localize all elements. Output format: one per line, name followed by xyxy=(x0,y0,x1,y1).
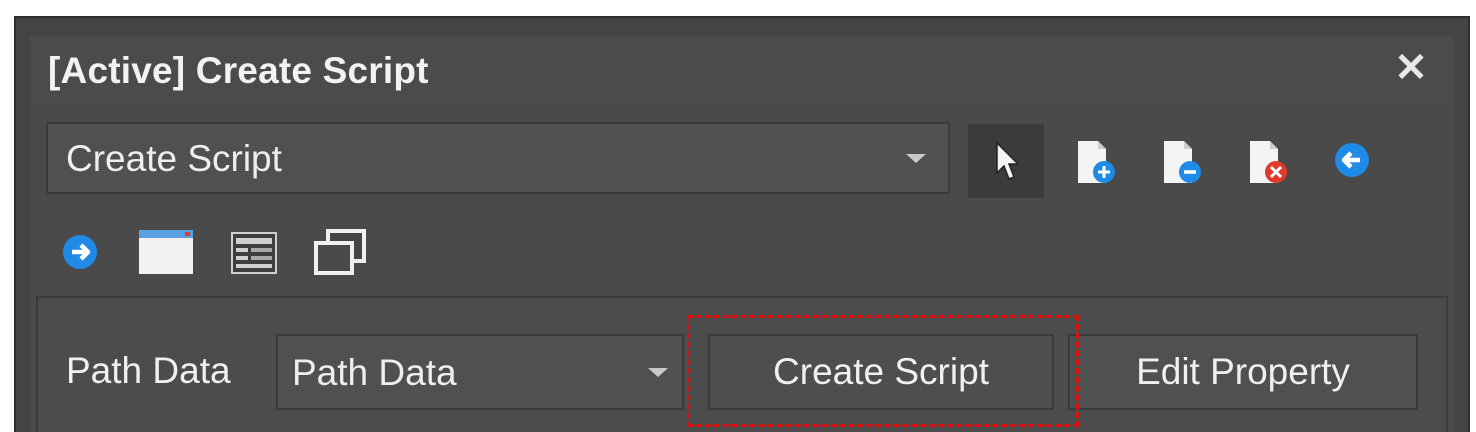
stacked-windows-icon xyxy=(314,229,366,275)
stacked-windows-button[interactable] xyxy=(310,226,370,278)
add-page-icon xyxy=(1078,141,1115,183)
pointer-icon xyxy=(996,141,1020,180)
path-data-dropdown[interactable]: Path Data xyxy=(276,334,684,410)
delete-page-button[interactable] xyxy=(1244,138,1294,188)
close-icon[interactable]: ✕ xyxy=(1392,48,1430,88)
path-data-value: Path Data xyxy=(292,352,457,393)
create-script-button[interactable]: Create Script xyxy=(708,334,1054,410)
form-layout-icon xyxy=(231,232,277,274)
back-arrow-icon xyxy=(1335,143,1369,177)
remove-page-icon xyxy=(1164,141,1201,183)
chevron-down-icon xyxy=(648,368,668,377)
window-button[interactable] xyxy=(136,226,196,278)
form-layout-button[interactable] xyxy=(226,228,282,278)
remove-page-button[interactable] xyxy=(1158,138,1208,188)
forward-arrow-icon xyxy=(63,235,97,269)
pointer-tool-button[interactable] xyxy=(968,124,1044,198)
script-type-dropdown[interactable]: Create Script xyxy=(46,122,950,194)
add-page-button[interactable] xyxy=(1072,138,1122,188)
edit-property-button[interactable]: Edit Property xyxy=(1068,334,1418,410)
chevron-down-icon xyxy=(906,154,926,163)
script-type-value: Create Script xyxy=(66,138,282,179)
forward-button[interactable] xyxy=(60,232,100,272)
window-icon xyxy=(139,230,193,274)
window-title: [Active] Create Script xyxy=(48,50,429,91)
delete-page-icon xyxy=(1250,141,1287,183)
path-data-label: Path Data xyxy=(66,350,231,391)
back-button[interactable] xyxy=(1332,140,1372,180)
